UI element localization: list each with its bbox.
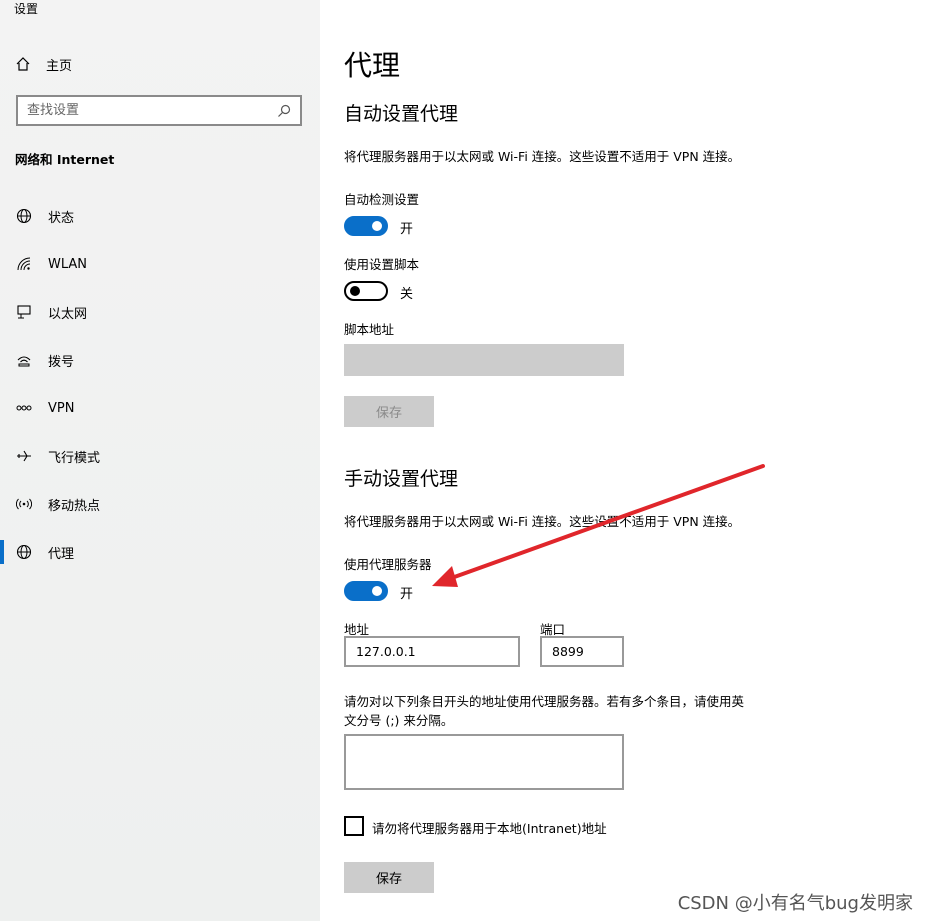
sidebar: 设置 主页 网络和 Internet 状态 WLAN 以太网 [0,0,320,921]
sidebar-item-hotspot[interactable]: 移动热点 [0,490,320,518]
dialup-icon [15,351,33,369]
globe-status-icon [15,207,33,225]
script-address-label: 脚本地址 [344,322,395,337]
sidebar-item-vpn[interactable]: VPN [0,394,320,422]
sidebar-item-label: VPN [48,400,75,416]
window-title: 设置 [14,2,39,16]
toggle-knob [372,221,382,231]
bypass-local-label: 请勿将代理服务器用于本地(Intranet)地址 [372,821,607,836]
sidebar-item-label: 代理 [48,546,75,562]
sidebar-item-label: WLAN [48,256,88,272]
sidebar-item-label: 飞行模式 [48,450,101,466]
bypass-local-checkbox[interactable] [344,816,364,836]
sidebar-item-status[interactable]: 状态 [0,202,320,230]
use-proxy-state: 开 [400,587,414,602]
wifi-icon [15,255,33,273]
search-box[interactable] [16,95,302,126]
script-address-input[interactable] [344,344,624,376]
exceptions-description-line2: 文分号 (;) 来分隔。 [344,713,454,728]
sidebar-item-airplane[interactable]: 飞行模式 [0,442,320,470]
manual-proxy-heading: 手动设置代理 [344,468,459,490]
auto-proxy-heading: 自动设置代理 [344,103,459,125]
globe-icon [15,543,33,561]
sidebar-section-title: 网络和 Internet [15,152,115,167]
address-input[interactable]: 127.0.0.1 [344,636,520,667]
sidebar-item-label: 移动热点 [48,498,101,514]
sidebar-item-wlan[interactable]: WLAN [0,250,320,278]
airplane-icon [15,447,33,465]
toggle-knob [372,586,382,596]
watermark: CSDN @小有名气bug发明家 [677,893,913,914]
auto-detect-state: 开 [400,222,414,237]
search-input[interactable] [18,102,274,119]
auto-detect-toggle[interactable] [344,216,388,236]
use-proxy-toggle[interactable] [344,581,388,601]
search-icon[interactable] [274,101,294,121]
home-icon [14,55,32,73]
main-panel: 代理 自动设置代理 将代理服务器用于以太网或 Wi-Fi 连接。这些设置不适用于… [320,0,927,921]
setup-script-label: 使用设置脚本 [344,257,420,272]
setup-script-state: 关 [400,287,414,302]
hotspot-icon [15,495,33,513]
ethernet-icon [15,303,33,321]
sidebar-item-proxy[interactable]: 代理 [0,538,320,566]
exceptions-textarea[interactable] [344,734,624,790]
auto-detect-label: 自动检测设置 [344,192,420,207]
toggle-knob [350,286,360,296]
page-title: 代理 [344,49,401,82]
sidebar-home[interactable]: 主页 [14,53,294,75]
vpn-icon [15,399,33,417]
sidebar-item-label: 拨号 [48,354,75,370]
sidebar-item-label: 状态 [48,210,75,226]
auto-save-button[interactable]: 保存 [344,396,434,427]
exceptions-description-line1: 请勿对以下列条目开头的地址使用代理服务器。若有多个条目，请使用英 [344,694,745,709]
use-proxy-label: 使用代理服务器 [344,557,432,572]
sidebar-item-ethernet[interactable]: 以太网 [0,298,320,326]
port-input[interactable]: 8899 [540,636,624,667]
sidebar-home-label: 主页 [46,58,73,74]
sidebar-item-dialup[interactable]: 拨号 [0,346,320,374]
sidebar-item-label: 以太网 [48,306,88,322]
auto-proxy-description: 将代理服务器用于以太网或 Wi-Fi 连接。这些设置不适用于 VPN 连接。 [344,149,741,164]
manual-save-button[interactable]: 保存 [344,862,434,893]
manual-proxy-description: 将代理服务器用于以太网或 Wi-Fi 连接。这些设置不适用于 VPN 连接。 [344,514,741,529]
setup-script-toggle[interactable] [344,281,388,301]
